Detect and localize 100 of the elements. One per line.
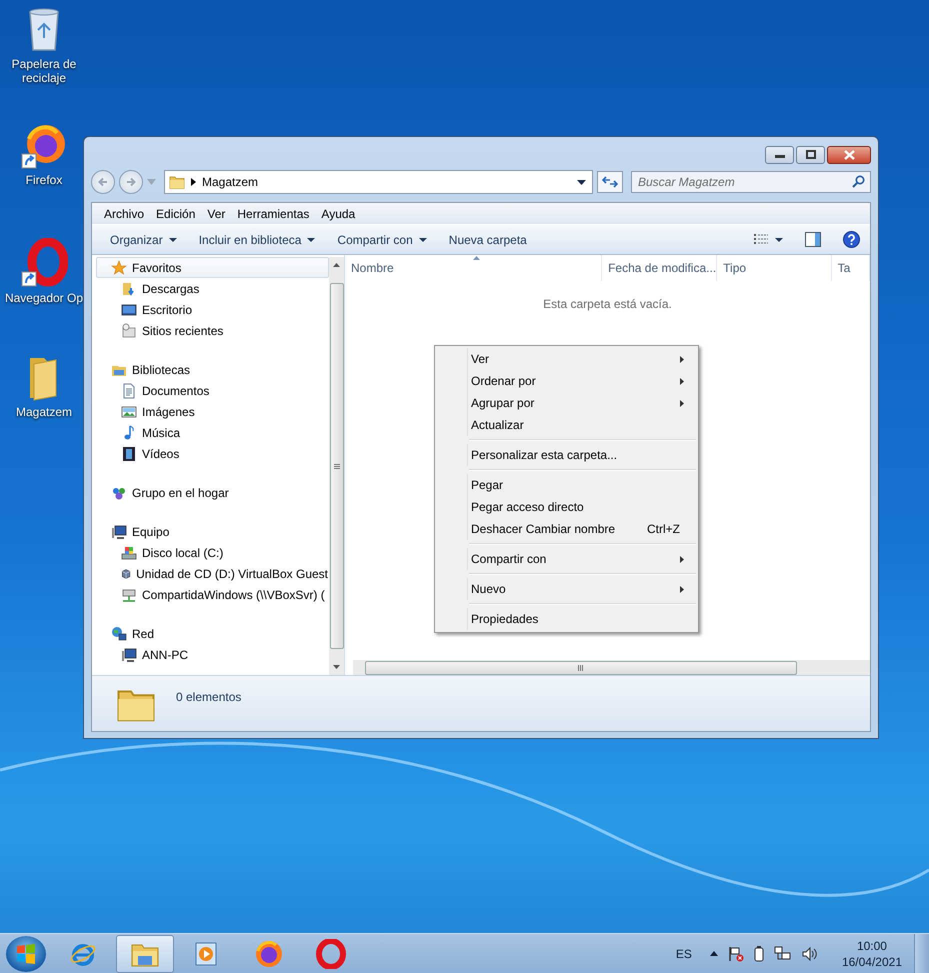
nav-item[interactable]: Grupo en el hogar xyxy=(96,482,329,503)
toolbar-button[interactable]: Incluir en biblioteca xyxy=(190,230,324,250)
toolbar-button[interactable]: Organizar xyxy=(102,230,185,250)
opera-icon[interactable] xyxy=(316,938,346,968)
nav-item[interactable]: Equipo xyxy=(96,521,329,542)
nav-item[interactable]: Disco local (C:) xyxy=(96,542,329,563)
sort-arrow-icon xyxy=(473,256,480,260)
nav-item[interactable]: Documentos xyxy=(96,380,329,401)
menu-item-label: Personalizar esta carpeta... xyxy=(471,448,618,462)
nav-label: Favoritos xyxy=(132,260,182,274)
menu-item[interactable]: Ver xyxy=(201,206,232,220)
toolbar-button[interactable]: Nueva carpeta xyxy=(440,230,535,250)
battery-icon[interactable] xyxy=(754,946,764,962)
menu-item-label: Deshacer Cambiar nombre xyxy=(471,522,616,536)
context-menu-item[interactable]: Nuevo xyxy=(468,578,696,600)
computer-icon xyxy=(111,524,127,540)
menu-item[interactable]: Ayuda xyxy=(315,206,362,220)
nav-label: Bibliotecas xyxy=(132,362,190,376)
opera-shortcut-icon[interactable] xyxy=(20,238,68,288)
column-header[interactable]: Tipo xyxy=(717,255,832,281)
close-button[interactable] xyxy=(827,146,871,164)
picture-icon xyxy=(121,404,137,420)
nav-item[interactable]: CompartidaWindows (\\VBoxSvr) ( xyxy=(96,584,329,605)
context-menu-item[interactable]: Agrupar por xyxy=(468,392,696,414)
network-icon[interactable] xyxy=(774,946,792,962)
menu-item-label: Agrupar por xyxy=(471,396,536,410)
minimize-button[interactable] xyxy=(765,146,794,164)
horizontal-scrollbar[interactable] xyxy=(353,660,870,675)
context-menu-item[interactable]: Actualizar xyxy=(468,414,696,436)
nav-item[interactable]: Unidad de CD (D:) VirtualBox Guest xyxy=(96,563,329,584)
menu-item[interactable]: Edición xyxy=(150,206,202,220)
column-header[interactable]: Ta xyxy=(832,255,870,281)
context-menu-item[interactable]: Personalizar esta carpeta... xyxy=(468,444,696,466)
nav-item[interactable]: Favoritos xyxy=(96,257,329,278)
context-menu-item[interactable]: Pegar xyxy=(468,474,696,496)
desktop-icon-label[interactable]: Magatzem xyxy=(16,405,72,419)
shortcut-text: Ctrl+Z xyxy=(647,522,680,536)
show-hidden-icons-arrow-icon[interactable] xyxy=(710,951,718,956)
nav-item[interactable]: Escritorio xyxy=(96,299,329,320)
clock[interactable]: 10:00 16/04/2021 xyxy=(842,938,902,970)
desktop-icon-label[interactable]: Firefox xyxy=(26,173,62,187)
context-menu-item[interactable]: Ver xyxy=(468,348,696,370)
search-icon[interactable] xyxy=(852,175,865,188)
empty-folder-message: Esta carpeta está vacía. xyxy=(543,297,672,311)
document-icon xyxy=(121,382,137,398)
scroll-up-arrow-icon[interactable] xyxy=(333,263,340,267)
nav-item[interactable]: ANN-PC xyxy=(96,644,329,665)
nav-item[interactable]: Vídeos xyxy=(96,443,329,464)
address-bar[interactable]: Magatzem xyxy=(164,170,593,194)
search-field[interactable]: Buscar Magatzem xyxy=(631,171,871,193)
network-globe-icon xyxy=(111,626,127,642)
forward-arrow-icon xyxy=(124,175,138,189)
maximize-button[interactable] xyxy=(796,146,825,164)
desktop-icon-label[interactable]: Papelera de reciclaje xyxy=(4,57,84,85)
folder-icon xyxy=(169,174,185,190)
context-menu-item[interactable]: Compartir con xyxy=(468,548,696,570)
help-icon[interactable] xyxy=(843,231,860,248)
dropdown-caret-icon[interactable] xyxy=(577,180,586,184)
firefox-shortcut-icon[interactable] xyxy=(20,122,68,170)
flag-icon[interactable] xyxy=(728,946,744,962)
speaker-icon[interactable] xyxy=(802,946,818,962)
menu-item-label: Ver xyxy=(471,352,490,366)
windows-logo-icon xyxy=(16,944,36,964)
vertical-scrollbar[interactable] xyxy=(329,257,344,675)
clock-date: 16/04/2021 xyxy=(842,954,902,970)
nav-label: Descargas xyxy=(142,282,200,296)
refresh-button[interactable] xyxy=(597,171,623,193)
nav-item[interactable]: Imágenes xyxy=(96,401,329,422)
star-icon xyxy=(111,260,127,276)
nav-label: Imágenes xyxy=(142,404,195,418)
desktop-icon-label[interactable]: Navegador Op xyxy=(4,291,84,305)
firefox-icon[interactable] xyxy=(254,938,284,968)
nav-item[interactable]: Red xyxy=(96,623,329,644)
nav-item[interactable]: Descargas xyxy=(96,278,329,299)
nav-label: Escritorio xyxy=(142,302,192,316)
context-menu-item[interactable]: Pegar acceso directo xyxy=(468,496,696,518)
language-indicator[interactable]: ES xyxy=(676,946,692,960)
view-options-icon[interactable] xyxy=(753,233,769,246)
preview-pane-icon[interactable] xyxy=(805,232,821,247)
dropdown-caret-icon[interactable] xyxy=(775,238,783,242)
taskbar-button[interactable] xyxy=(116,934,174,972)
context-menu-item[interactable]: Deshacer Cambiar nombre Ctrl+Z xyxy=(468,518,696,540)
context-menu-item[interactable]: Propiedades xyxy=(468,608,696,630)
column-header[interactable]: Fecha de modifica... xyxy=(602,255,718,281)
nav-label: CompartidaWindows (\\VBoxSvr) ( xyxy=(142,588,325,602)
nav-item[interactable]: Sitios recientes xyxy=(96,320,329,341)
menu-item-label: Nuevo xyxy=(471,582,507,596)
menu-item-label: Pegar xyxy=(471,478,504,492)
toolbar-button[interactable]: Compartir con xyxy=(329,230,435,250)
nav-item[interactable]: Música xyxy=(96,422,329,443)
scroll-down-arrow-icon[interactable] xyxy=(333,665,340,669)
breadcrumb-arrow-icon xyxy=(191,178,196,186)
column-header[interactable]: Nombre xyxy=(345,255,602,281)
menu-item[interactable]: Herramientas xyxy=(231,206,316,220)
context-menu-item[interactable]: Ordenar por xyxy=(468,370,696,392)
nav-item[interactable]: Bibliotecas xyxy=(96,359,329,380)
refresh-arrows-icon xyxy=(602,175,618,189)
nav-label: Vídeos xyxy=(142,446,180,460)
start-button[interactable] xyxy=(6,936,46,972)
menu-item[interactable]: Archivo xyxy=(98,206,150,220)
